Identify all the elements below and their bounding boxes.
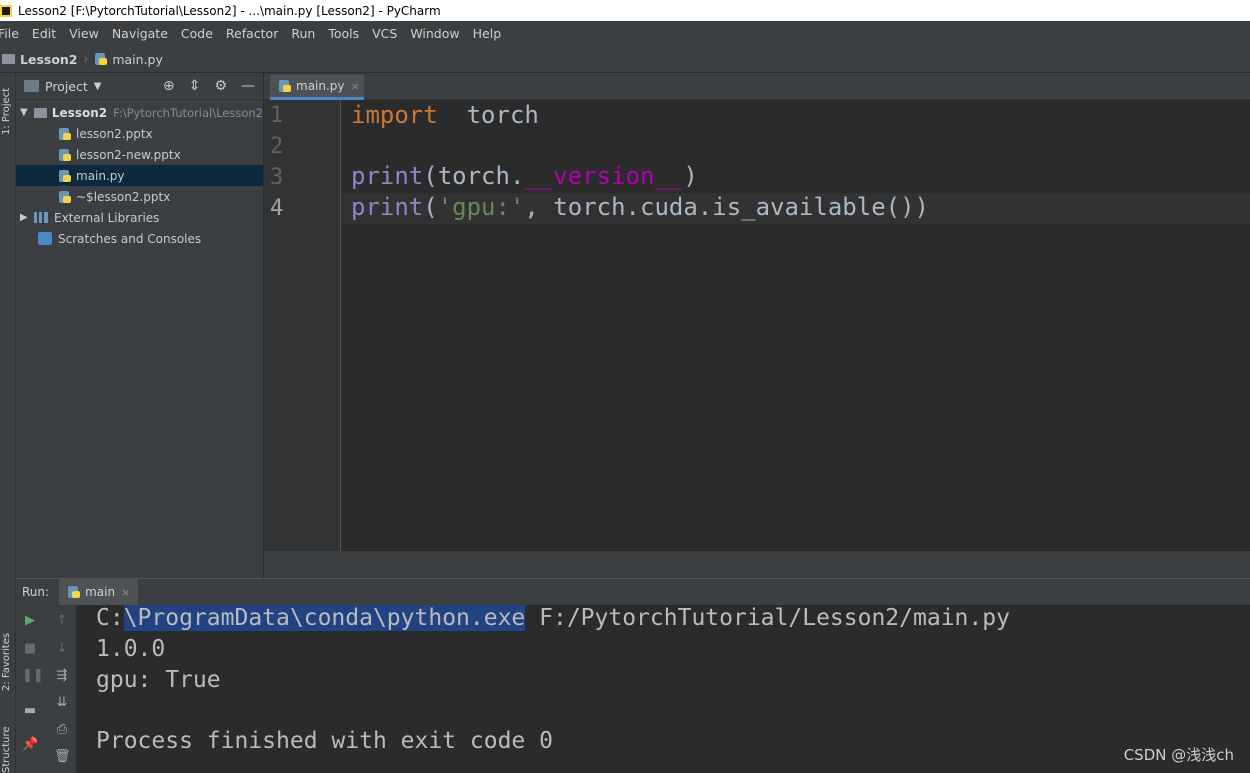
run-toolbar: ▶ ■ ❚❚ ▬ 📌 ↑ ↓ ⇶ ⇊ ⎙ 🗑 bbox=[16, 605, 76, 773]
editor-tab-bar: main.py × bbox=[264, 73, 1250, 100]
run-label: Run: bbox=[22, 585, 50, 599]
tree-scratches[interactable]: Scratches and Consoles bbox=[16, 228, 263, 249]
python-file-icon bbox=[58, 169, 72, 183]
line-number: 3 bbox=[270, 165, 284, 190]
menu-code[interactable]: Code bbox=[181, 26, 213, 41]
menu-refactor[interactable]: Refactor bbox=[226, 26, 278, 41]
project-panel-title[interactable]: Project bbox=[45, 79, 88, 94]
minimize-icon[interactable]: — bbox=[241, 78, 255, 94]
folder-icon bbox=[33, 107, 47, 118]
menu-vcs[interactable]: VCS bbox=[372, 26, 397, 41]
tree-file[interactable]: lesson2.pptx bbox=[16, 123, 263, 144]
console-exit-line: Process finished with exit code 0 bbox=[96, 728, 553, 754]
run-console[interactable]: C:\ProgramData\conda\python.exe F:/Pytor… bbox=[76, 605, 1250, 773]
gear-icon[interactable]: ⚙ bbox=[214, 78, 227, 94]
menu-edit[interactable]: Edit bbox=[32, 26, 56, 41]
tree-file[interactable]: lesson2-new.pptx bbox=[16, 144, 263, 165]
tree-external-libraries[interactable]: ▶ External Libraries bbox=[16, 207, 263, 228]
menu-bar: File Edit View Navigate Code Refactor Ru… bbox=[0, 21, 1250, 46]
pin-icon[interactable]: 📌 bbox=[22, 737, 38, 753]
line-number: 1 bbox=[270, 103, 284, 128]
python-file-icon bbox=[67, 585, 81, 599]
breadcrumb: Lesson2 › main.py bbox=[0, 46, 1250, 73]
menu-navigate[interactable]: Navigate bbox=[112, 26, 168, 41]
project-tree: ▼ Lesson2 F:\PytorchTutorial\Lesson2 les… bbox=[16, 100, 263, 249]
stop-icon[interactable]: ■ bbox=[22, 641, 38, 657]
trash-icon[interactable]: 🗑 bbox=[54, 749, 71, 765]
console-output-line: gpu: True bbox=[96, 667, 221, 693]
soft-wrap-icon[interactable]: ⇶ bbox=[54, 668, 70, 684]
scroll-end-icon[interactable]: ⇊ bbox=[54, 695, 70, 711]
project-panel-header: Project ▼ ⊕ ⇕ ⚙ — bbox=[16, 73, 263, 100]
crosshair-icon[interactable]: ⊕ bbox=[163, 78, 175, 94]
editor-tab-main-py[interactable]: main.py × bbox=[270, 75, 364, 100]
line-number: 2 bbox=[270, 134, 284, 159]
console-output-line: 1.0.0 bbox=[96, 636, 166, 662]
run-tab-main[interactable]: main × bbox=[59, 578, 139, 606]
chevron-down-icon[interactable]: ▼ bbox=[94, 81, 102, 92]
expand-arrow-icon[interactable]: ▶ bbox=[20, 212, 34, 223]
project-tool-tab[interactable]: 1: Project bbox=[1, 88, 12, 135]
left-tool-strip: 1: Project 2: Favorites Structure bbox=[0, 73, 16, 773]
menu-help[interactable]: Help bbox=[473, 26, 502, 41]
up-arrow-icon[interactable]: ↑ bbox=[54, 613, 70, 629]
structure-tool-tab[interactable]: Structure bbox=[1, 726, 12, 773]
pause-icon[interactable]: ❚❚ bbox=[22, 668, 44, 684]
menu-view[interactable]: View bbox=[69, 26, 99, 41]
breadcrumb-separator: › bbox=[83, 52, 89, 66]
python-file-icon bbox=[58, 190, 72, 204]
breadcrumb-project[interactable]: Lesson2 bbox=[2, 52, 78, 67]
down-arrow-icon[interactable]: ↓ bbox=[54, 641, 70, 657]
menu-window[interactable]: Window bbox=[410, 26, 459, 41]
menu-file[interactable]: File bbox=[0, 26, 19, 41]
print-icon[interactable]: ⎙ bbox=[54, 722, 70, 738]
window-title: Lesson2 [F:\PytorchTutorial\Lesson2] - .… bbox=[18, 3, 441, 18]
project-panel: Project ▼ ⊕ ⇕ ⚙ — ▼ Lesson2 F:\PytorchTu… bbox=[16, 73, 264, 578]
console-command-line: C:\ProgramData\conda\python.exe F:/Pytor… bbox=[96, 605, 1010, 631]
menu-tools[interactable]: Tools bbox=[328, 26, 359, 41]
layout-icon[interactable]: ▬ bbox=[22, 703, 38, 719]
close-icon[interactable]: × bbox=[121, 586, 130, 599]
python-file-icon bbox=[58, 148, 72, 162]
python-file-icon bbox=[94, 52, 108, 66]
code-line: print(torch.__version__) bbox=[351, 162, 698, 190]
breadcrumb-file[interactable]: main.py bbox=[94, 52, 163, 67]
app-icon bbox=[0, 4, 12, 17]
collapse-icon[interactable]: ⇕ bbox=[189, 78, 201, 94]
menu-run[interactable]: Run bbox=[291, 26, 315, 41]
tree-root[interactable]: ▼ Lesson2 F:\PytorchTutorial\Lesson2 bbox=[16, 102, 263, 123]
folder-icon bbox=[2, 54, 15, 64]
run-icon[interactable]: ▶ bbox=[22, 613, 38, 629]
close-icon[interactable]: × bbox=[351, 80, 360, 93]
project-icon bbox=[24, 80, 39, 92]
tree-file[interactable]: ~$lesson2.pptx bbox=[16, 186, 263, 207]
selected-text: \ProgramData\conda\python.exe bbox=[123, 605, 526, 631]
title-bar: Lesson2 [F:\PytorchTutorial\Lesson2] - .… bbox=[0, 0, 1250, 21]
line-number: 4 bbox=[270, 196, 284, 221]
favorites-tool-tab[interactable]: 2: Favorites bbox=[1, 633, 12, 691]
scratches-icon bbox=[38, 232, 52, 245]
editor-bottom-bar bbox=[264, 551, 1250, 578]
run-panel-header: Run: main × bbox=[16, 578, 1250, 606]
library-icon bbox=[34, 212, 48, 223]
code-line: import torch bbox=[351, 101, 539, 129]
tree-file-selected[interactable]: main.py bbox=[16, 165, 263, 186]
python-file-icon bbox=[278, 79, 292, 93]
expand-arrow-icon[interactable]: ▼ bbox=[20, 107, 34, 118]
watermark: CSDN @浅浅ch bbox=[1123, 746, 1234, 764]
code-line: print('gpu:', torch.cuda.is_available()) bbox=[351, 193, 929, 221]
python-file-icon bbox=[58, 127, 72, 141]
